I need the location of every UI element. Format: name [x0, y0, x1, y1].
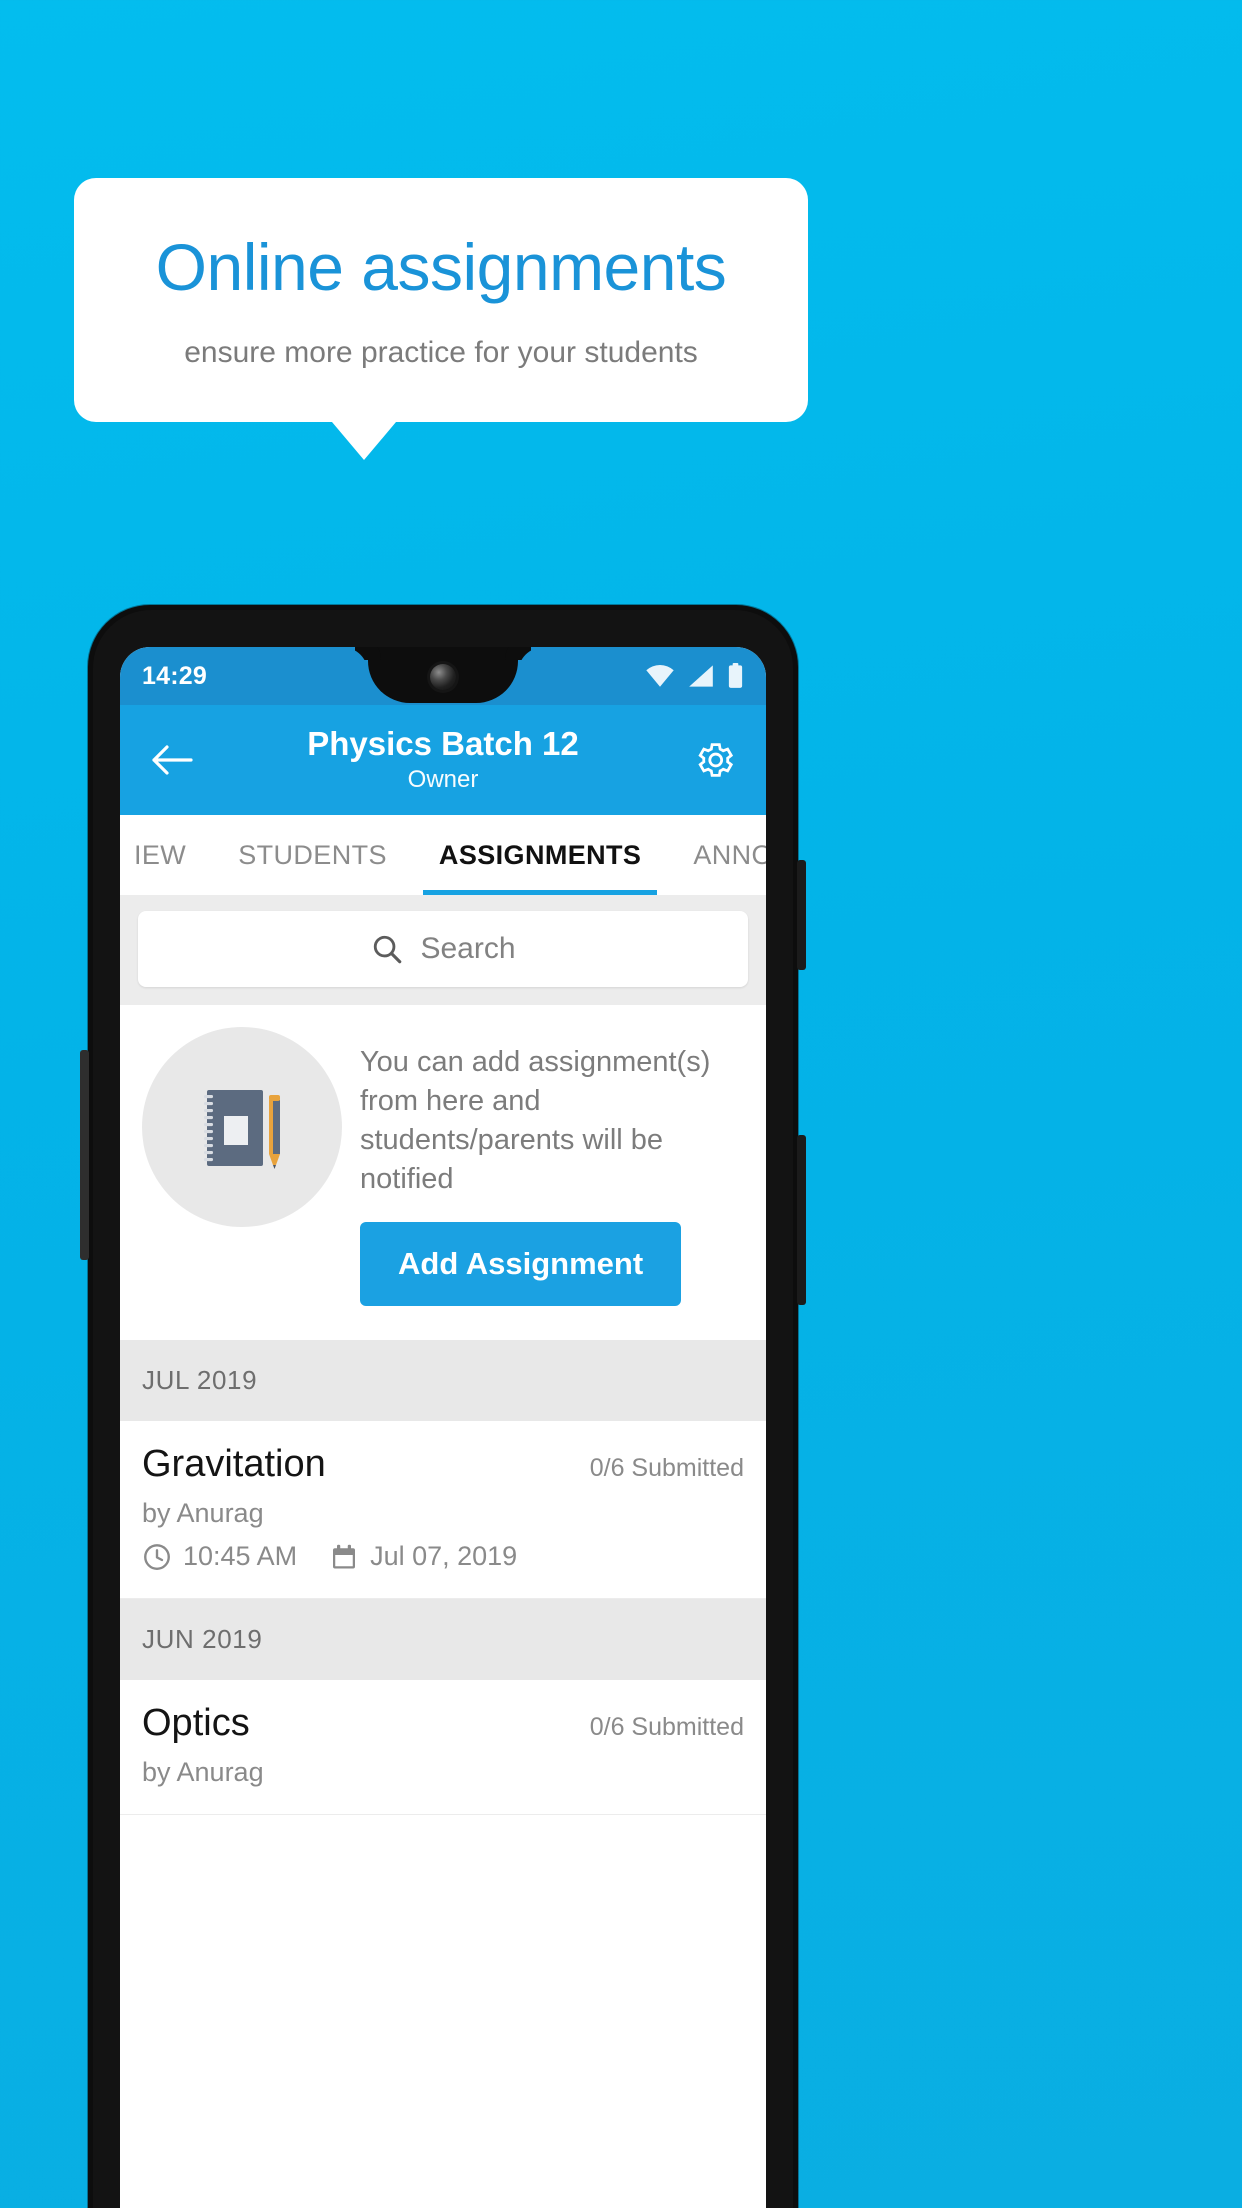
- search-placeholder: Search: [420, 932, 516, 965]
- phone-volume-button[interactable]: [797, 1135, 806, 1305]
- back-button[interactable]: [144, 732, 200, 788]
- assignment-row[interactable]: Gravitation 0/6 Submitted by Anurag 10:4…: [120, 1421, 766, 1600]
- assignment-meta: 10:45 AM Jul 07, 2019: [142, 1541, 744, 1572]
- tab-overview[interactable]: IEW: [120, 815, 212, 895]
- clock-icon: [142, 1542, 172, 1572]
- search-section: Search: [120, 895, 766, 1005]
- tab-label: IEW: [134, 839, 187, 870]
- app-bar-titles: Physics Batch 12 Owner: [120, 725, 766, 794]
- assignment-author: by Anurag: [142, 1498, 264, 1529]
- phone-screen: 14:29 Physics Batch 12 Owner IEW STUDENT…: [120, 647, 766, 2208]
- phone-power-button[interactable]: [797, 860, 806, 970]
- empty-state-body: You can add assignment(s) from here and …: [360, 1027, 744, 1307]
- status-bar-icons: [645, 663, 744, 689]
- status-bar-time: 14:29: [142, 661, 207, 690]
- assignment-date: Jul 07, 2019: [370, 1541, 518, 1572]
- calendar-icon: [329, 1542, 359, 1572]
- hero-callout-tail: [332, 422, 396, 461]
- tab-label: ANNOUNCEM: [693, 839, 766, 870]
- tab-label: ASSIGNMENTS: [438, 839, 642, 870]
- empty-state-text: You can add assignment(s) from here and …: [360, 1046, 711, 1195]
- month-header: JUL 2019: [120, 1340, 766, 1422]
- search-icon: [370, 932, 404, 966]
- assignment-title: Gravitation: [142, 1443, 326, 1486]
- hero-subtitle: ensure more practice for your students: [184, 336, 698, 370]
- tab-assignments[interactable]: ASSIGNMENTS: [413, 815, 667, 895]
- assignment-author: by Anurag: [142, 1757, 264, 1788]
- hero-title: Online assignments: [155, 230, 727, 304]
- phone-assistant-button[interactable]: [80, 1050, 89, 1260]
- search-input[interactable]: Search: [138, 911, 748, 987]
- assignment-submission-status: 0/6 Submitted: [589, 1713, 744, 1742]
- empty-state-banner: You can add assignment(s) from here and …: [120, 1005, 766, 1341]
- notebook-and-pen-icon: [142, 1027, 342, 1227]
- back-arrow-icon: [151, 744, 193, 776]
- tab-label: STUDENTS: [238, 839, 387, 870]
- page-title: Physics Batch 12: [307, 725, 579, 763]
- status-bar: 14:29: [120, 647, 766, 705]
- month-header: JUN 2019: [120, 1599, 766, 1681]
- settings-button[interactable]: [686, 732, 742, 788]
- page-subtitle: Owner: [407, 765, 479, 793]
- battery-icon: [727, 663, 744, 689]
- tab-bar: IEW STUDENTS ASSIGNMENTS ANNOUNCEM: [120, 815, 766, 895]
- assignment-title: Optics: [142, 1702, 250, 1745]
- hero-card: Online assignments ensure more practice …: [74, 178, 808, 423]
- add-assignment-button[interactable]: Add Assignment: [360, 1222, 682, 1307]
- tab-students[interactable]: STUDENTS: [212, 815, 413, 895]
- front-camera-icon: [430, 664, 456, 690]
- gear-icon: [691, 737, 737, 783]
- camera-notch: [368, 647, 518, 703]
- hero-callout: Online assignments ensure more practice …: [74, 178, 808, 461]
- assignment-time: 10:45 AM: [183, 1541, 298, 1572]
- assignment-submission-status: 0/6 Submitted: [589, 1454, 744, 1483]
- assignment-row[interactable]: Optics 0/6 Submitted by Anurag: [120, 1680, 766, 1816]
- app-bar: Physics Batch 12 Owner: [120, 705, 766, 815]
- cellular-signal-icon: [688, 664, 714, 688]
- tab-announcements[interactable]: ANNOUNCEM: [667, 815, 766, 895]
- wifi-icon: [645, 664, 675, 688]
- phone-device-frame: 14:29 Physics Batch 12 Owner IEW STUDENT…: [80, 605, 806, 2208]
